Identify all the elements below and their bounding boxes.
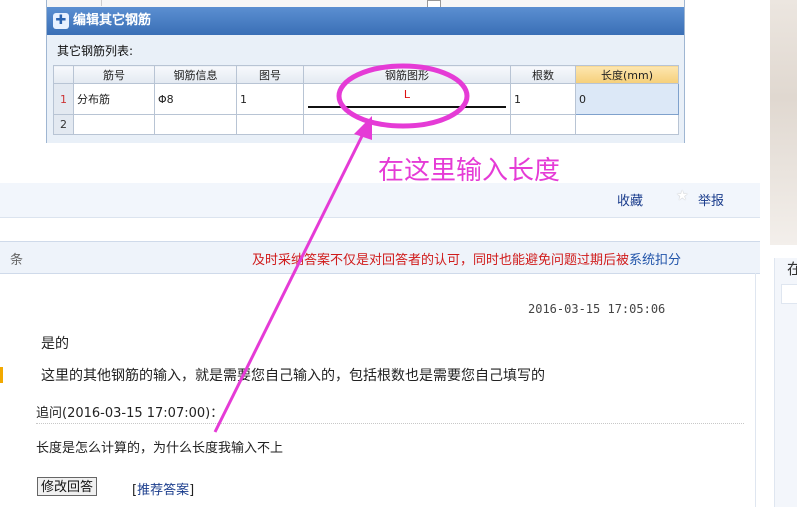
cell-fig-no[interactable]: 1 — [236, 83, 304, 115]
col-header-count: 根数 — [510, 65, 576, 84]
dialog-title: 编辑其它钢筋 — [73, 13, 152, 28]
answer-count: 条 — [10, 253, 24, 268]
table-row[interactable]: 2 — [53, 114, 679, 135]
notice-link[interactable]: 系统扣分 — [629, 253, 681, 268]
table-header-row: 筋号 钢筋信息 图号 钢筋图形 根数 长度(mm) — [53, 65, 679, 84]
side-panel-text: 在 — [787, 260, 797, 278]
shape-label: L — [403, 88, 411, 101]
answer-line-2: 这里的其他钢筋的输入，就是需要您自己输入的，包括根数也是需要您自己填写的 — [41, 368, 545, 384]
cell-count[interactable] — [510, 114, 576, 135]
app-icon: ✚ — [53, 13, 69, 29]
row-index: 2 — [53, 114, 74, 135]
cell-length-input[interactable] — [575, 114, 679, 135]
cell-shape[interactable] — [303, 114, 511, 135]
cell-info[interactable]: Φ8 — [154, 83, 237, 115]
adopt-notice: 及时采纳答案不仅是对回答者的认可，同时也能避免问题过期后被系统扣分 — [252, 249, 681, 268]
star-icon: ★ — [676, 188, 689, 204]
side-panel: 在 — [774, 258, 797, 507]
col-header-name: 筋号 — [73, 65, 155, 84]
col-header-shape: 钢筋图形 — [303, 65, 511, 84]
rebar-table: 筋号 钢筋信息 图号 钢筋图形 根数 长度(mm) 1 分布筋 Φ8 1 L 1… — [53, 65, 679, 135]
followup-question: 长度是怎么计算的，为什么长度我输入不上 — [36, 441, 284, 456]
cell-fig-no[interactable] — [236, 114, 304, 135]
recommend-answer: [推荐答案] — [132, 479, 194, 498]
col-header-info: 钢筋信息 — [154, 65, 237, 84]
cell-shape[interactable]: L — [303, 83, 511, 115]
cell-name[interactable] — [73, 114, 155, 135]
col-header-fig-no: 图号 — [236, 65, 304, 84]
report-link[interactable]: 举报 — [698, 190, 724, 209]
rebar-shape-line — [308, 106, 506, 108]
side-photo — [770, 0, 797, 245]
cell-length-input[interactable]: 0 — [575, 83, 679, 115]
list-label: 其它钢筋列表: — [57, 44, 134, 58]
answer-header: 条 及时采纳答案不仅是对回答者的认可，同时也能避免问题过期后被系统扣分 — [0, 241, 760, 274]
strip-cell — [71, 0, 102, 6]
notice-text: 及时采纳答案不仅是对回答者的认可，同时也能避免问题过期后被 — [252, 253, 630, 268]
answer-marker — [0, 367, 3, 383]
favorite-link[interactable]: 收藏 — [617, 190, 643, 209]
dialog-titlebar: ✚ 编辑其它钢筋 — [47, 7, 684, 35]
modify-answer-button[interactable]: 修改回答 — [37, 477, 98, 496]
col-header-index — [53, 65, 74, 84]
table-row[interactable]: 1 分布筋 Φ8 1 L 1 0 — [53, 83, 679, 115]
recommend-close: ] — [189, 483, 195, 498]
row-index: 1 — [53, 83, 74, 115]
answer-line-1: 是的 — [41, 336, 69, 352]
answer-timestamp: 2016-03-15 17:05:06 — [528, 302, 666, 316]
followup-label: 追问(2016-03-15 17:07:00)： — [36, 406, 224, 421]
recommend-answer-link[interactable]: 推荐答案 — [137, 483, 189, 498]
answer-toolbar — [0, 183, 760, 218]
col-header-length: 长度(mm) — [575, 65, 679, 84]
side-panel-box — [781, 284, 797, 304]
cell-count[interactable]: 1 — [510, 83, 576, 115]
divider — [36, 423, 744, 424]
annotation-text: 在这里输入长度 — [378, 156, 561, 186]
edit-rebar-dialog: ✚ 编辑其它钢筋 其它钢筋列表: 筋号 钢筋信息 图号 钢筋图形 根数 长度(m… — [46, 0, 685, 143]
cell-name[interactable]: 分布筋 — [73, 83, 155, 115]
cell-info[interactable] — [154, 114, 237, 135]
